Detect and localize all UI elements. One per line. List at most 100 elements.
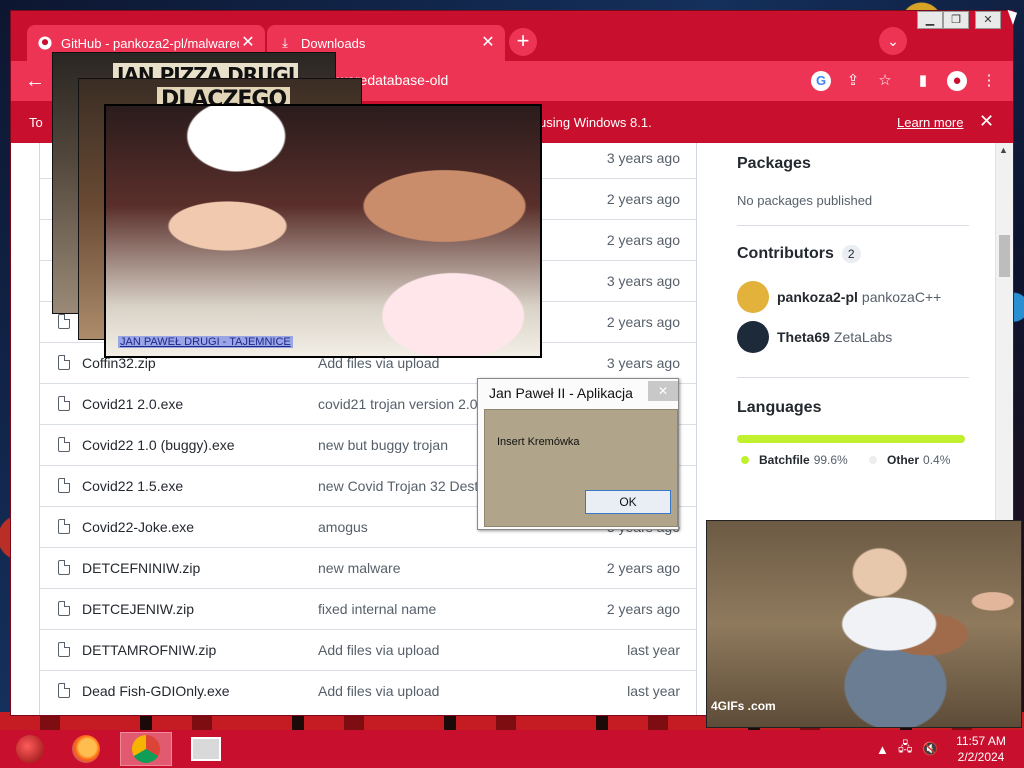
network-icon[interactable]: 🖧	[898, 730, 913, 768]
profile-avatar-icon[interactable]: ●	[947, 71, 967, 91]
taskbar-firefox[interactable]	[60, 732, 112, 766]
file-icon	[58, 437, 70, 452]
chrome-icon	[132, 735, 160, 763]
tab-title: Downloads	[301, 35, 366, 51]
close-infobar-icon[interactable]: ✕	[979, 111, 994, 132]
file-name-link[interactable]: DETCEFNINIW.zip	[82, 560, 200, 576]
infobar-text-end: using Windows 8.1.	[539, 115, 652, 130]
language-percent: 99.6%	[813, 453, 848, 467]
ok-button[interactable]: OK	[585, 490, 671, 514]
show-hidden-icons-chevron-icon[interactable]: ▲	[876, 730, 889, 768]
close-window-button[interactable]: ✕	[975, 11, 1001, 29]
system-clock[interactable]: 11:57 AM 2/2/2024	[948, 733, 1014, 765]
file-name-link[interactable]: Covid21 2.0.exe	[82, 396, 183, 412]
avatar	[737, 321, 769, 353]
contributor-name: pankoza2-pl	[777, 289, 858, 305]
start-ornament-button[interactable]	[4, 732, 56, 766]
github-icon	[37, 35, 53, 51]
commit-age: 2 years ago	[606, 601, 680, 617]
new-tab-button[interactable]: +	[509, 28, 537, 56]
contributors-count-badge: 2	[841, 245, 861, 263]
tab-search-chevron-icon[interactable]: ⌄	[879, 27, 907, 55]
file-icon	[58, 314, 70, 329]
file-icon	[58, 560, 70, 575]
dialog-message: Insert Kremówka	[497, 436, 580, 448]
commit-message-link[interactable]: new malware	[318, 560, 400, 576]
file-icon	[58, 355, 70, 370]
meme-link-caption[interactable]: JAN PAWEŁ DRUGI - TAJEMNICE	[118, 336, 293, 348]
divider	[737, 225, 969, 226]
close-tab-icon[interactable]: ✕	[239, 34, 257, 52]
taskbar-chrome[interactable]	[120, 732, 172, 766]
file-name-link[interactable]: DETCEJENIW.zip	[82, 601, 194, 617]
language-batchfile[interactable]: Batchfile 99.6%	[741, 453, 848, 467]
gif-window[interactable]: 4GIFs .com	[706, 520, 1022, 728]
kebab-menu-icon[interactable]: ⋮	[979, 71, 999, 91]
file-name-link[interactable]: Dead Fish-GDIOnly.exe	[82, 683, 230, 699]
close-tab-icon[interactable]: ✕	[479, 34, 497, 52]
dialog-body: Insert Kremówka OK	[484, 409, 678, 527]
table-row[interactable]: DETTAMROFNIW.zip Add files via upload last…	[40, 629, 696, 670]
taskbar-window[interactable]	[180, 732, 232, 766]
clock-date: 2/2/2024	[957, 750, 1005, 764]
language-dot	[741, 456, 749, 464]
bookmark-star-icon[interactable]: ☆	[875, 71, 895, 91]
commit-message-link[interactable]: fixed internal name	[318, 601, 436, 617]
file-name-link[interactable]: Covid22 1.5.exe	[82, 478, 183, 494]
table-row[interactable]: DETCEFNINIW.zip new malware 2 years ago	[40, 547, 696, 588]
file-icon	[58, 642, 70, 657]
language-name: Batchfile	[759, 453, 810, 467]
message-box-dialog: Jan Paweł II - Aplikacja ✕ Insert Kremów…	[477, 378, 679, 530]
language-bar-segment-batchfile	[737, 435, 965, 443]
divider	[737, 377, 969, 378]
commit-age: 3 years ago	[606, 150, 680, 166]
commit-message-link[interactable]: Add files via upload	[318, 683, 439, 699]
contributor-theta69[interactable]: Theta69 ZetaLabs	[737, 321, 892, 353]
back-arrow-icon[interactable]: ←	[23, 69, 47, 93]
language-name: Other	[887, 453, 920, 467]
table-row[interactable]: DETCEJENIW.zip fixed internal name 2 years…	[40, 588, 696, 629]
contributor-name: Theta69	[777, 329, 830, 345]
commit-age: last year	[627, 642, 680, 658]
contributor-pankoza2-pl[interactable]: pankoza2-pl pankozaC++	[737, 281, 941, 313]
contributor-fullname: pankozaC++	[861, 289, 942, 305]
file-name-link[interactable]: Covid22-Joke.exe	[82, 519, 194, 535]
scrollbar-thumb[interactable]	[999, 235, 1010, 277]
file-icon	[58, 396, 70, 411]
volume-muted-icon[interactable]: 🔇	[922, 730, 938, 768]
window-icon	[191, 737, 221, 761]
commit-age: last year	[627, 683, 680, 699]
file-icon	[58, 478, 70, 493]
commit-message-link[interactable]: amogus	[318, 519, 368, 535]
file-name-link[interactable]: Covid22 1.0 (buggy).exe	[82, 437, 235, 453]
contributors-title: Contributors	[737, 245, 834, 262]
infobar-text-start: To	[29, 115, 43, 130]
language-other[interactable]: Other 0.4%	[869, 453, 950, 467]
file-name-link[interactable]: DETTAMROFNIW.zip	[82, 642, 216, 658]
commit-message-link[interactable]: new Covid Trojan 32 Dest	[318, 478, 478, 494]
dialog-close-button[interactable]: ✕	[648, 381, 678, 401]
side-panel-icon[interactable]: ▮	[913, 71, 933, 91]
commit-age: 2 years ago	[606, 232, 680, 248]
meme-photo	[106, 106, 540, 356]
avatar	[737, 281, 769, 313]
commit-message-link[interactable]: covid21 trojan version 2.0	[318, 396, 478, 412]
language-bar	[737, 435, 965, 443]
learn-more-link[interactable]: Learn more	[897, 115, 963, 130]
commit-age: 2 years ago	[606, 191, 680, 207]
scroll-up-arrow-icon[interactable]: ▲	[999, 145, 1008, 155]
maximize-button[interactable]: ❐	[943, 11, 969, 29]
language-dot	[869, 456, 877, 464]
meme-image-window-3[interactable]: JAN PAWEŁ DRUGI - TAJEMNICE	[104, 104, 542, 358]
table-row[interactable]: Dead Fish-GDIOnly.exe Add files via uploa…	[40, 670, 696, 711]
commit-message-link[interactable]: Add files via upload	[318, 642, 439, 658]
file-icon	[58, 601, 70, 616]
file-icon	[58, 683, 70, 698]
share-icon[interactable]: ⇪	[843, 71, 863, 91]
commit-message-link[interactable]: new but buggy trojan	[318, 437, 448, 453]
minimize-button[interactable]: ▁	[917, 11, 943, 29]
google-lens-icon[interactable]: G	[811, 71, 831, 91]
contributors-heading[interactable]: Contributors 2	[737, 245, 861, 263]
file-icon	[58, 519, 70, 534]
packages-heading[interactable]: Packages	[737, 155, 811, 173]
